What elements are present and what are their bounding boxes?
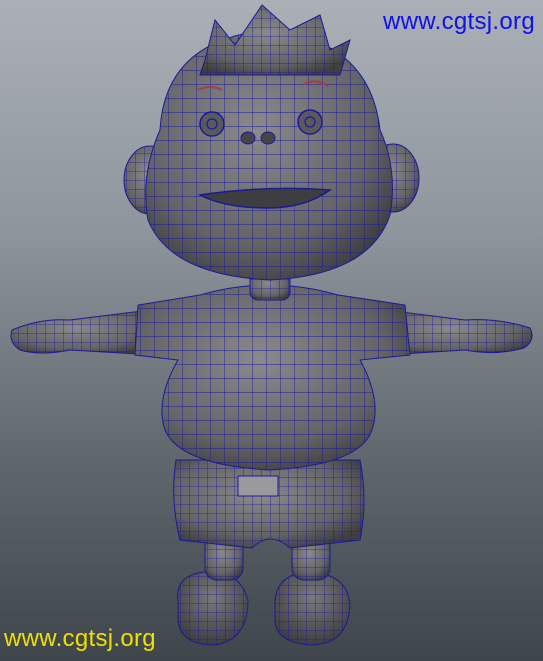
viewport-3d[interactable]: www.cgtsj.org www.cgtsj.org	[0, 0, 543, 661]
torso	[134, 284, 411, 471]
nostril-left	[240, 131, 256, 145]
right-foot	[274, 571, 351, 646]
shorts	[173, 459, 365, 549]
watermark-bottom: www.cgtsj.org	[4, 625, 156, 652]
left-arm	[10, 309, 156, 356]
nostril-right	[260, 131, 276, 145]
watermark-top: www.cgtsj.org	[383, 8, 535, 35]
left-foot	[177, 571, 249, 646]
right-eye	[297, 109, 323, 135]
left-eye	[199, 111, 225, 137]
head	[145, 4, 393, 281]
monkey-character-model[interactable]	[0, 0, 543, 661]
belt-buckle	[237, 475, 279, 497]
